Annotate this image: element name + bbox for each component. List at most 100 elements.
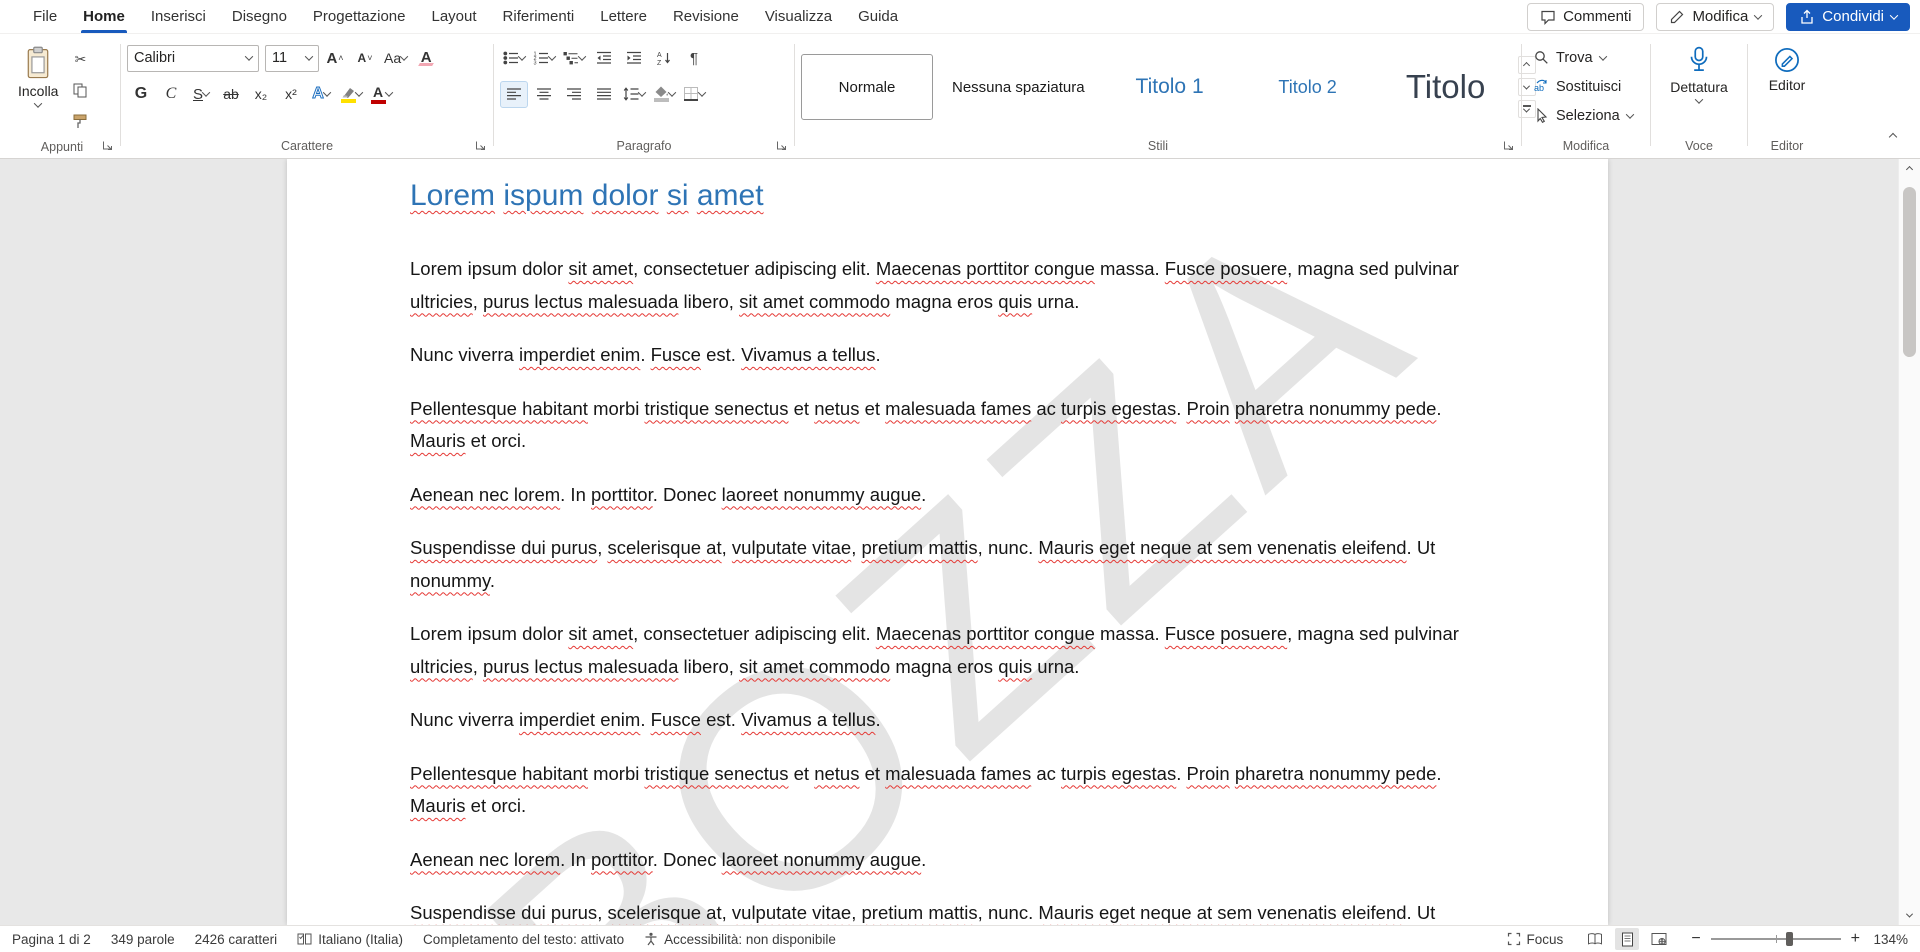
- document-paragraph[interactable]: Nunc viverra imperdiet enim. Fusce est. …: [410, 704, 1482, 737]
- shrink-font-button[interactable]: A˅: [351, 45, 379, 72]
- language-indicator[interactable]: Italiano (Italia): [297, 932, 403, 947]
- line-spacing-button[interactable]: [620, 81, 648, 108]
- text-completion-indicator[interactable]: Completamento del testo: attivato: [423, 932, 624, 947]
- misspelled-text: Maecenas porttitor congue: [876, 623, 1095, 644]
- share-button[interactable]: Condividi: [1786, 3, 1910, 31]
- highlight-button[interactable]: [337, 81, 365, 108]
- paragraph-dialog-launcher[interactable]: [776, 140, 788, 152]
- menu-tab-home[interactable]: Home: [70, 0, 138, 33]
- menu-tab-disegno[interactable]: Disegno: [219, 0, 300, 33]
- comments-button[interactable]: Commenti: [1527, 3, 1644, 31]
- style-card-nospace[interactable]: Nessuna spaziatura: [939, 54, 1098, 120]
- page-indicator[interactable]: Pagina 1 di 2: [12, 932, 91, 947]
- char-count[interactable]: 2426 caratteri: [195, 932, 278, 947]
- bullets-button[interactable]: [500, 45, 528, 72]
- text-run: massa.: [1095, 258, 1165, 279]
- menu-tab-file[interactable]: File: [20, 0, 70, 33]
- menu-tab-progettazione[interactable]: Progettazione: [300, 0, 419, 33]
- style-card-normal[interactable]: Normale: [801, 54, 933, 120]
- select-button[interactable]: Seleziona: [1528, 102, 1639, 129]
- style-card-h2[interactable]: Titolo 2: [1242, 54, 1374, 120]
- find-button[interactable]: Trova: [1528, 44, 1639, 71]
- document-paragraph[interactable]: Pellentesque habitant morbi tristique se…: [410, 758, 1482, 823]
- font-family-select[interactable]: Calibri: [127, 45, 259, 72]
- document-paragraph[interactable]: Suspendisse dui purus, scelerisque at, v…: [410, 532, 1482, 597]
- borders-button[interactable]: [680, 81, 708, 108]
- text-effects-button[interactable]: A: [307, 81, 335, 108]
- menu-tab-visualizza[interactable]: Visualizza: [752, 0, 845, 33]
- document-paragraph[interactable]: Aenean nec lorem. In porttitor. Donec la…: [410, 479, 1482, 512]
- clear-formatting-button[interactable]: A: [412, 45, 440, 72]
- copy-button[interactable]: [66, 77, 94, 104]
- shading-button[interactable]: [650, 81, 678, 108]
- align-left-button[interactable]: [500, 81, 528, 108]
- change-case-button[interactable]: Aa: [381, 45, 410, 72]
- styles-dialog-launcher[interactable]: [1503, 140, 1515, 152]
- style-card-title[interactable]: Titolo: [1380, 54, 1512, 120]
- scroll-down-arrow[interactable]: [1899, 905, 1920, 925]
- clipboard-dialog-launcher[interactable]: [102, 140, 114, 152]
- zoom-level[interactable]: 134%: [1870, 932, 1908, 947]
- vertical-scrollbar[interactable]: [1898, 159, 1920, 925]
- superscript-button[interactable]: x²: [277, 81, 305, 108]
- page[interactable]: BOZZA Lorem ispum dolor si ametLorem ips…: [287, 159, 1608, 925]
- focus-mode-button[interactable]: Focus: [1507, 932, 1564, 947]
- scissors-icon: ✂: [75, 51, 87, 68]
- dictate-button[interactable]: Dettatura: [1662, 40, 1736, 134]
- document-area: BOZZA Lorem ispum dolor si ametLorem ips…: [0, 159, 1920, 925]
- document-paragraph[interactable]: Pellentesque habitant morbi tristique se…: [410, 393, 1482, 458]
- zoom-slider-thumb[interactable]: [1786, 932, 1793, 946]
- menu-tab-revisione[interactable]: Revisione: [660, 0, 752, 33]
- zoom-in-button[interactable]: +: [1851, 931, 1860, 947]
- italic-button[interactable]: C: [157, 81, 185, 108]
- align-right-button[interactable]: [560, 81, 588, 108]
- read-mode-button[interactable]: [1583, 928, 1607, 950]
- editor-button[interactable]: Editor: [1761, 40, 1814, 134]
- menu-tab-riferimenti[interactable]: Riferimenti: [490, 0, 588, 33]
- strikethrough-icon: ab: [223, 86, 239, 102]
- style-card-h1[interactable]: Titolo 1: [1104, 54, 1236, 120]
- bold-button[interactable]: G: [127, 81, 155, 108]
- sort-button[interactable]: AZ: [650, 45, 678, 72]
- editor-label: Editor: [1769, 77, 1806, 93]
- web-layout-button[interactable]: [1647, 928, 1671, 950]
- editing-mode-button[interactable]: Modifica: [1656, 3, 1774, 31]
- menu-tab-inserisci[interactable]: Inserisci: [138, 0, 219, 33]
- document-paragraph[interactable]: Lorem ipsum dolor sit amet, consectetuer…: [410, 253, 1482, 318]
- document-paragraph[interactable]: Lorem ipsum dolor sit amet, consectetuer…: [410, 618, 1482, 683]
- justify-button[interactable]: [590, 81, 618, 108]
- format-painter-button[interactable]: [66, 108, 94, 135]
- numbering-button[interactable]: 123: [530, 45, 558, 72]
- menu-tab-layout[interactable]: Layout: [419, 0, 490, 33]
- scroll-up-arrow[interactable]: [1899, 159, 1920, 179]
- font-color-button[interactable]: A: [367, 81, 395, 108]
- menu-tab-guida[interactable]: Guida: [845, 0, 911, 33]
- strikethrough-button[interactable]: ab: [217, 81, 245, 108]
- decrease-indent-button[interactable]: [590, 45, 618, 72]
- underline-button[interactable]: S: [187, 81, 215, 108]
- cut-button[interactable]: ✂: [66, 46, 94, 73]
- zoom-slider[interactable]: [1711, 938, 1841, 940]
- align-center-button[interactable]: [530, 81, 558, 108]
- collapse-ribbon-button[interactable]: [1882, 126, 1904, 148]
- document-paragraph[interactable]: Aenean nec lorem. In porttitor. Donec la…: [410, 844, 1482, 877]
- text-run: ,: [473, 656, 483, 677]
- subscript-button[interactable]: x₂: [247, 81, 275, 108]
- paragraph-marks-button[interactable]: ¶: [680, 45, 708, 72]
- grow-font-button[interactable]: A˄: [321, 45, 349, 72]
- multilevel-list-button[interactable]: [560, 45, 588, 72]
- menu-tab-lettere[interactable]: Lettere: [587, 0, 660, 33]
- font-size-select[interactable]: 11: [265, 45, 319, 72]
- paste-button[interactable]: Incolla: [10, 40, 66, 135]
- print-layout-button[interactable]: [1615, 928, 1639, 950]
- replace-button[interactable]: ab Sostituisci: [1528, 73, 1639, 100]
- document-paragraph[interactable]: Suspendisse dui purus, scelerisque at, v…: [410, 897, 1482, 925]
- zoom-out-button[interactable]: −: [1691, 931, 1700, 947]
- font-dialog-launcher[interactable]: [475, 140, 487, 152]
- increase-indent-button[interactable]: [620, 45, 648, 72]
- word-count[interactable]: 349 parole: [111, 932, 175, 947]
- document-paragraph[interactable]: Nunc viverra imperdiet enim. Fusce est. …: [410, 339, 1482, 372]
- accessibility-indicator[interactable]: Accessibilità: non disponibile: [644, 932, 836, 947]
- scrollbar-thumb[interactable]: [1903, 187, 1916, 357]
- document-heading[interactable]: Lorem ispum dolor si amet: [410, 179, 1482, 213]
